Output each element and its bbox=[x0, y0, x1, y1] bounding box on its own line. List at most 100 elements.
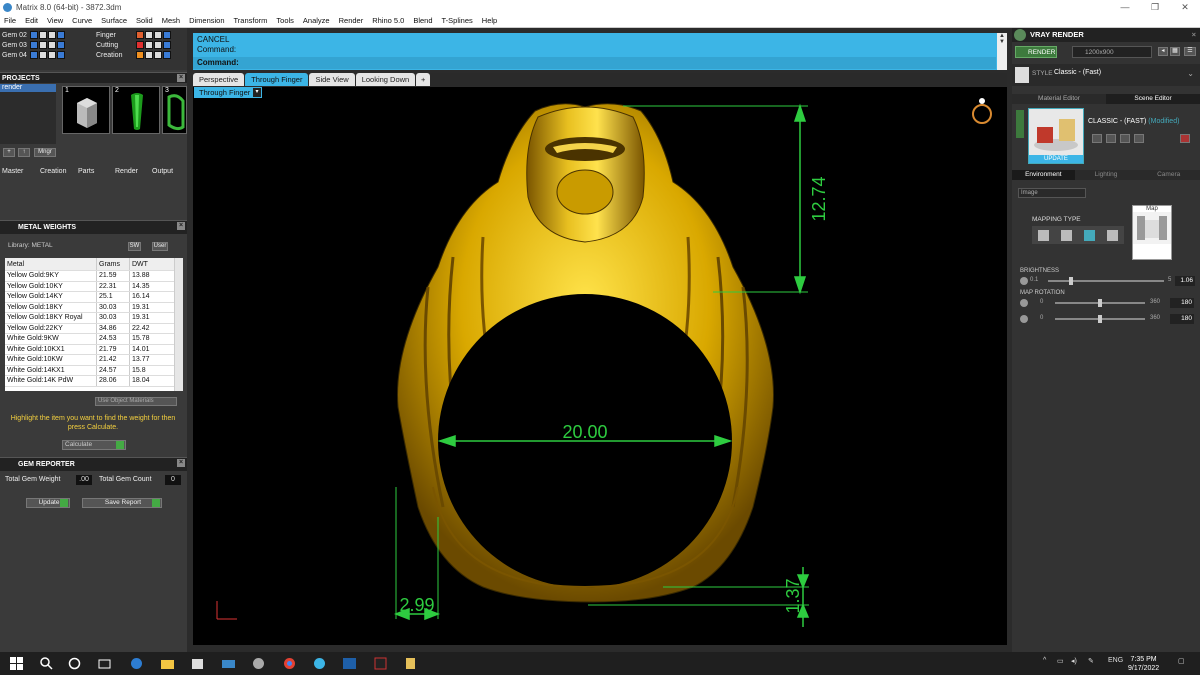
visibility-icon[interactable] bbox=[163, 31, 171, 39]
rotation-value[interactable]: 180 bbox=[1170, 314, 1194, 324]
tab-render[interactable]: Render bbox=[115, 168, 138, 175]
layer-row[interactable]: Gem 02 bbox=[0, 30, 66, 40]
mapping-cylinder-icon[interactable] bbox=[1107, 229, 1118, 241]
add-button[interactable]: + bbox=[3, 148, 15, 157]
photos-icon[interactable] bbox=[343, 657, 356, 670]
brightness-slider[interactable]: 0.1 5 1.06 bbox=[1020, 276, 1196, 286]
menu-blend[interactable]: Blend bbox=[409, 16, 437, 25]
notifications-icon[interactable]: ▢ bbox=[1178, 657, 1185, 665]
maximize-button[interactable]: ❐ bbox=[1140, 2, 1170, 13]
visibility-icon[interactable] bbox=[57, 31, 65, 39]
metal-weights-table[interactable]: Metal Grams DWT Yellow Gold:9KY 21.59 13.8… bbox=[5, 258, 183, 391]
layer-row[interactable]: Gem 03 bbox=[0, 40, 66, 50]
print-icon[interactable] bbox=[48, 51, 56, 59]
command-area[interactable]: CANCEL Command: Command: ▲ ▼ bbox=[193, 33, 1007, 70]
edge-icon[interactable] bbox=[130, 657, 143, 670]
tab-perspective[interactable]: Perspective bbox=[193, 73, 245, 86]
chrome-icon[interactable] bbox=[283, 657, 296, 670]
pen-icon[interactable]: ✎ bbox=[1088, 657, 1094, 665]
grid-icon[interactable]: ▦ bbox=[1170, 47, 1180, 56]
print-icon[interactable] bbox=[154, 41, 162, 49]
menu-render[interactable]: Render bbox=[335, 16, 369, 25]
layer-color-swatch[interactable] bbox=[30, 31, 38, 39]
menu-tools[interactable]: Tools bbox=[272, 16, 299, 25]
menu-view[interactable]: View bbox=[43, 16, 68, 25]
tab-parts[interactable]: Parts bbox=[78, 168, 94, 175]
table-row[interactable]: White Gold:9KW 24.53 15.78 bbox=[5, 334, 183, 345]
lock-icon[interactable] bbox=[39, 51, 47, 59]
rotation-value[interactable]: 180 bbox=[1170, 298, 1194, 308]
load-icon[interactable] bbox=[1134, 134, 1144, 143]
command-scrollbar[interactable]: ▲ ▼ bbox=[997, 33, 1007, 70]
save-report-button[interactable]: Save Report bbox=[82, 498, 162, 508]
tab-camera[interactable]: Camera bbox=[1137, 170, 1200, 180]
app-icon[interactable] bbox=[252, 657, 265, 670]
menu-solid[interactable]: Solid bbox=[132, 16, 158, 25]
lock-icon[interactable] bbox=[39, 41, 47, 49]
mail-icon[interactable] bbox=[222, 657, 235, 670]
command-input[interactable]: Command: bbox=[193, 57, 996, 69]
use-object-materials-checkbox[interactable]: Use Object Materials bbox=[95, 397, 177, 406]
matrix-icon[interactable] bbox=[404, 657, 417, 670]
table-row[interactable]: White Gold:10KX1 21.79 14.01 bbox=[5, 344, 183, 355]
mapping-sphere-icon[interactable] bbox=[1084, 229, 1095, 241]
table-row[interactable]: White Gold:10KW 21.42 13.77 bbox=[5, 355, 183, 366]
layer-color-swatch[interactable] bbox=[136, 51, 144, 59]
rhino-icon[interactable] bbox=[374, 657, 387, 670]
visibility-icon[interactable] bbox=[163, 41, 171, 49]
print-icon[interactable] bbox=[48, 31, 56, 39]
manager-button[interactable]: Mngr bbox=[34, 148, 56, 157]
update-button[interactable]: Update bbox=[26, 498, 70, 508]
network-icon[interactable]: ▭ bbox=[1057, 657, 1064, 665]
table-row[interactable]: Yellow Gold:9KY 21.59 13.88 bbox=[5, 271, 183, 282]
view-name-label[interactable]: Through Finger ▾ bbox=[194, 87, 262, 98]
lock-icon[interactable] bbox=[145, 51, 153, 59]
slider-knob[interactable] bbox=[1069, 277, 1074, 285]
user-button[interactable]: User bbox=[152, 242, 168, 251]
tab-lighting[interactable]: Lighting bbox=[1074, 170, 1138, 180]
menu-tsplines[interactable]: T-Splines bbox=[438, 16, 478, 25]
close-icon[interactable]: × bbox=[177, 459, 185, 467]
tab-scene-editor[interactable]: Scene Editor bbox=[1106, 94, 1200, 104]
rotation-slider-1[interactable]: 0 360 180 bbox=[1020, 298, 1196, 308]
tab-environment[interactable]: Environment bbox=[1012, 170, 1075, 180]
project-thumbnail[interactable]: 1 bbox=[62, 86, 110, 134]
preset-update-button[interactable]: UPDATE bbox=[1029, 155, 1083, 163]
menu-file[interactable]: File bbox=[0, 16, 21, 25]
layer-color-swatch[interactable] bbox=[30, 51, 38, 59]
store-icon[interactable] bbox=[191, 657, 204, 670]
tab-through-finger[interactable]: Through Finger bbox=[245, 73, 309, 86]
tab-side-view[interactable]: Side View bbox=[309, 73, 355, 86]
table-row[interactable]: Yellow Gold:22KY 34.86 22.42 bbox=[5, 323, 183, 334]
menu-mesh[interactable]: Mesh bbox=[158, 16, 185, 25]
slider-track[interactable] bbox=[1048, 280, 1164, 282]
rotation-slider-2[interactable]: 0 360 180 bbox=[1020, 314, 1196, 324]
menu-surface[interactable]: Surface bbox=[97, 16, 132, 25]
menu-dimension[interactable]: Dimension bbox=[185, 16, 229, 25]
search-icon[interactable] bbox=[40, 657, 53, 670]
close-icon[interactable]: × bbox=[177, 222, 185, 230]
brightness-value[interactable]: 1.06 bbox=[1175, 276, 1195, 286]
chevron-down-icon[interactable]: ⌄ bbox=[1187, 69, 1194, 78]
layer-row[interactable]: Gem 04 bbox=[0, 50, 66, 60]
slider-knob[interactable] bbox=[1098, 315, 1102, 323]
preset-preview[interactable]: UPDATE bbox=[1028, 108, 1084, 164]
layer-color-swatch[interactable] bbox=[30, 41, 38, 49]
tab-creation[interactable]: Creation bbox=[40, 168, 66, 175]
table-row[interactable]: Yellow Gold:10KY 22.31 14.35 bbox=[5, 281, 183, 292]
tab-material-editor[interactable]: Material Editor bbox=[1012, 94, 1106, 104]
layer-row[interactable]: Cutting bbox=[94, 40, 172, 50]
close-button[interactable]: ✕ bbox=[1170, 2, 1200, 13]
layer-color-swatch[interactable] bbox=[136, 31, 144, 39]
render-button[interactable]: RENDER bbox=[1015, 46, 1057, 58]
minimize-button[interactable]: — bbox=[1110, 2, 1140, 13]
up-button[interactable]: ↑ bbox=[18, 148, 30, 157]
scene-side-handle[interactable] bbox=[1016, 110, 1024, 138]
project-thumbnail[interactable]: 2 bbox=[112, 86, 160, 134]
viewport-canvas[interactable]: 20.00 12.74 2.99 1.37 Through Finger ▾ bbox=[193, 87, 1007, 645]
visibility-icon[interactable] bbox=[57, 41, 65, 49]
project-thumbnail[interactable]: 3 bbox=[162, 86, 187, 134]
menu-rhino[interactable]: Rhino 5.0 bbox=[368, 16, 409, 25]
menu-transform[interactable]: Transform bbox=[230, 16, 273, 25]
resolution-field[interactable]: 1200x900 bbox=[1072, 46, 1152, 58]
